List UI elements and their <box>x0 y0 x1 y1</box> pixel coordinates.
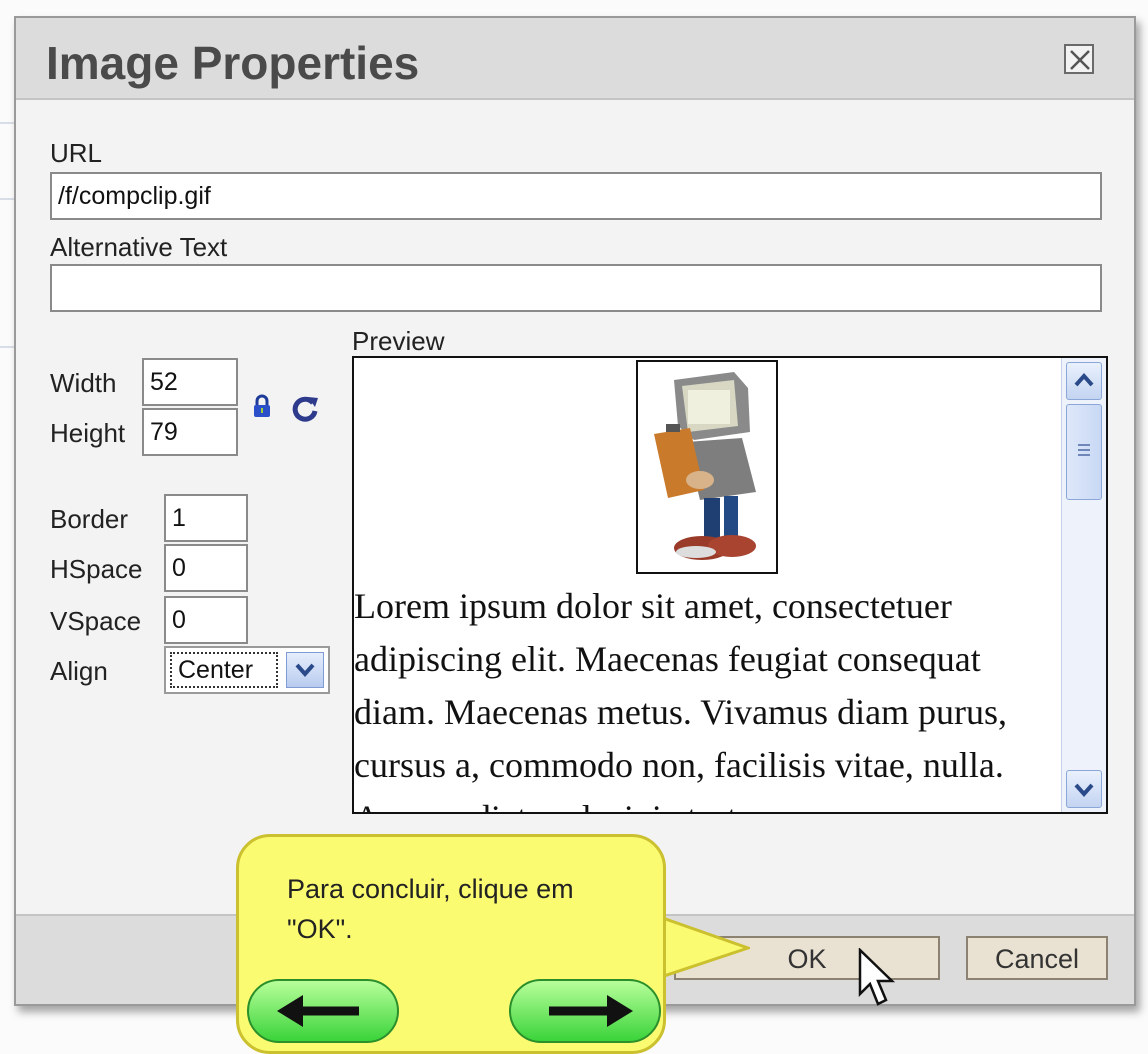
height-input[interactable] <box>142 408 238 456</box>
dialog-titlebar[interactable]: Image Properties <box>16 18 1134 100</box>
align-label: Align <box>50 656 108 686</box>
image-preview: Lorem ipsum dolor sit amet, consectetuer… <box>352 356 1108 814</box>
vspace-input[interactable] <box>164 596 248 644</box>
tutorial-callout: Para concluir, clique em "OK". <box>236 834 666 1054</box>
vspace-label: VSpace <box>50 606 142 636</box>
preview-label: Preview <box>352 326 445 356</box>
preview-scrollbar[interactable] <box>1061 358 1106 812</box>
border-label: Border <box>50 504 129 534</box>
height-label: Height <box>50 418 126 448</box>
cancel-button[interactable]: Cancel <box>966 936 1108 980</box>
preview-lorem-text: Lorem ipsum dolor sit amet, consectetuer… <box>354 586 1008 812</box>
hspace-input[interactable] <box>164 544 248 592</box>
scroll-thumb[interactable] <box>1066 404 1102 500</box>
lock-icon[interactable] <box>252 394 272 418</box>
computer-clipart-image <box>654 372 756 560</box>
next-button[interactable] <box>509 979 661 1043</box>
width-label: Width <box>50 368 117 398</box>
preview-image <box>636 360 778 574</box>
refresh-icon[interactable] <box>290 394 320 424</box>
close-button[interactable] <box>1064 44 1094 74</box>
align-select[interactable]: Center <box>164 646 330 694</box>
scroll-up-button[interactable] <box>1066 362 1102 400</box>
chevron-up-icon <box>1074 372 1094 387</box>
hspace-label: HSpace <box>50 554 143 584</box>
alt-text-input[interactable] <box>50 264 1102 312</box>
chevron-down-icon <box>1074 783 1094 798</box>
background-divider <box>0 122 14 124</box>
background-divider <box>0 346 14 348</box>
back-button[interactable] <box>247 979 399 1043</box>
alt-text-label: Alternative Text <box>50 232 228 262</box>
dialog-title: Image Properties <box>46 37 420 89</box>
grip-icon <box>1078 444 1090 456</box>
arrow-right-icon <box>549 995 633 1027</box>
close-icon <box>1070 50 1090 70</box>
align-selected-value: Center <box>170 652 278 688</box>
align-dropdown-button[interactable] <box>286 652 324 688</box>
arrow-left-icon <box>277 995 359 1027</box>
url-label: URL <box>50 138 103 168</box>
scroll-down-button[interactable] <box>1066 770 1102 808</box>
mouse-pointer-icon <box>858 948 896 1006</box>
url-input[interactable] <box>50 172 1102 220</box>
background-divider <box>0 198 14 200</box>
width-input[interactable] <box>142 358 238 406</box>
border-input[interactable] <box>164 494 248 542</box>
chevron-down-icon <box>295 663 315 678</box>
callout-text: Para concluir, clique em "OK". <box>287 874 574 944</box>
